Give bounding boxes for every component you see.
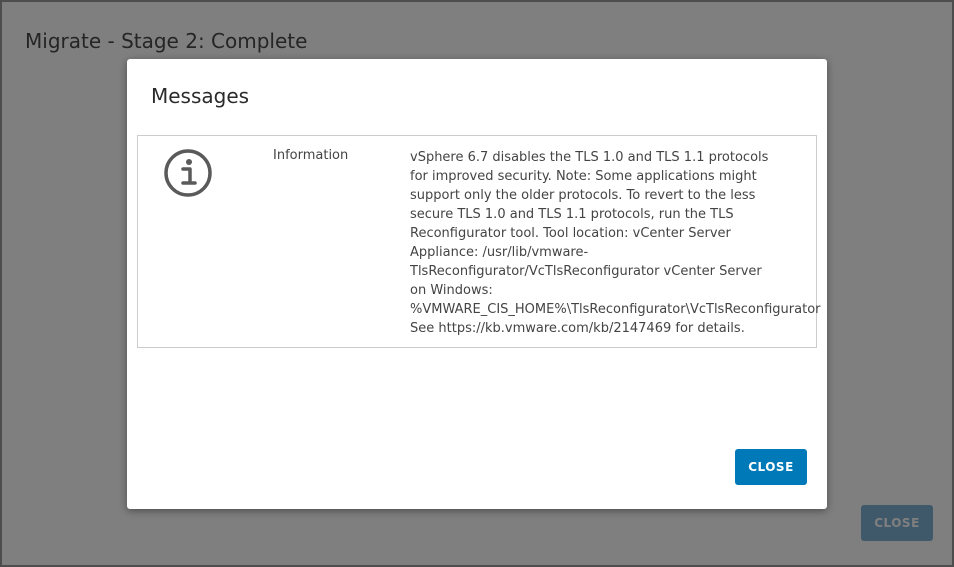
messages-dialog: Messages Information vSphere 6.7 disable… (127, 59, 827, 509)
message-text: vSphere 6.7 disables the TLS 1.0 and TLS… (410, 148, 821, 338)
message-line: See https://kb.vmware.com/kb/2147469 for… (410, 321, 745, 336)
message-line: secure TLS 1.0 and TLS 1.1 protocols, ru… (410, 207, 734, 222)
message-line: vSphere 6.7 disables the TLS 1.0 and TLS… (410, 150, 769, 165)
page: Migrate - Stage 2: Complete CLOSE Messag… (0, 0, 954, 567)
message-line: Reconfigurator tool. Tool location: vCen… (410, 226, 731, 241)
message-line: on Windows: (410, 283, 493, 298)
info-circle-icon (164, 149, 212, 197)
message-line: for improved security. Note: Some applic… (410, 169, 757, 184)
message-type: Information (273, 148, 349, 163)
message-line: Appliance: /usr/lib/vmware- (410, 245, 589, 260)
message-line: TlsReconfigurator/VcTlsReconfigurator vC… (410, 264, 762, 279)
close-button[interactable]: CLOSE (735, 449, 807, 485)
message-line: %VMWARE_CIS_HOME%\TlsReconfigurator\VcTl… (410, 302, 821, 317)
message-line: support only the older protocols. To rev… (410, 188, 756, 203)
message-panel: Information vSphere 6.7 disables the TLS… (137, 135, 821, 348)
dialog-title: Messages (151, 84, 250, 108)
